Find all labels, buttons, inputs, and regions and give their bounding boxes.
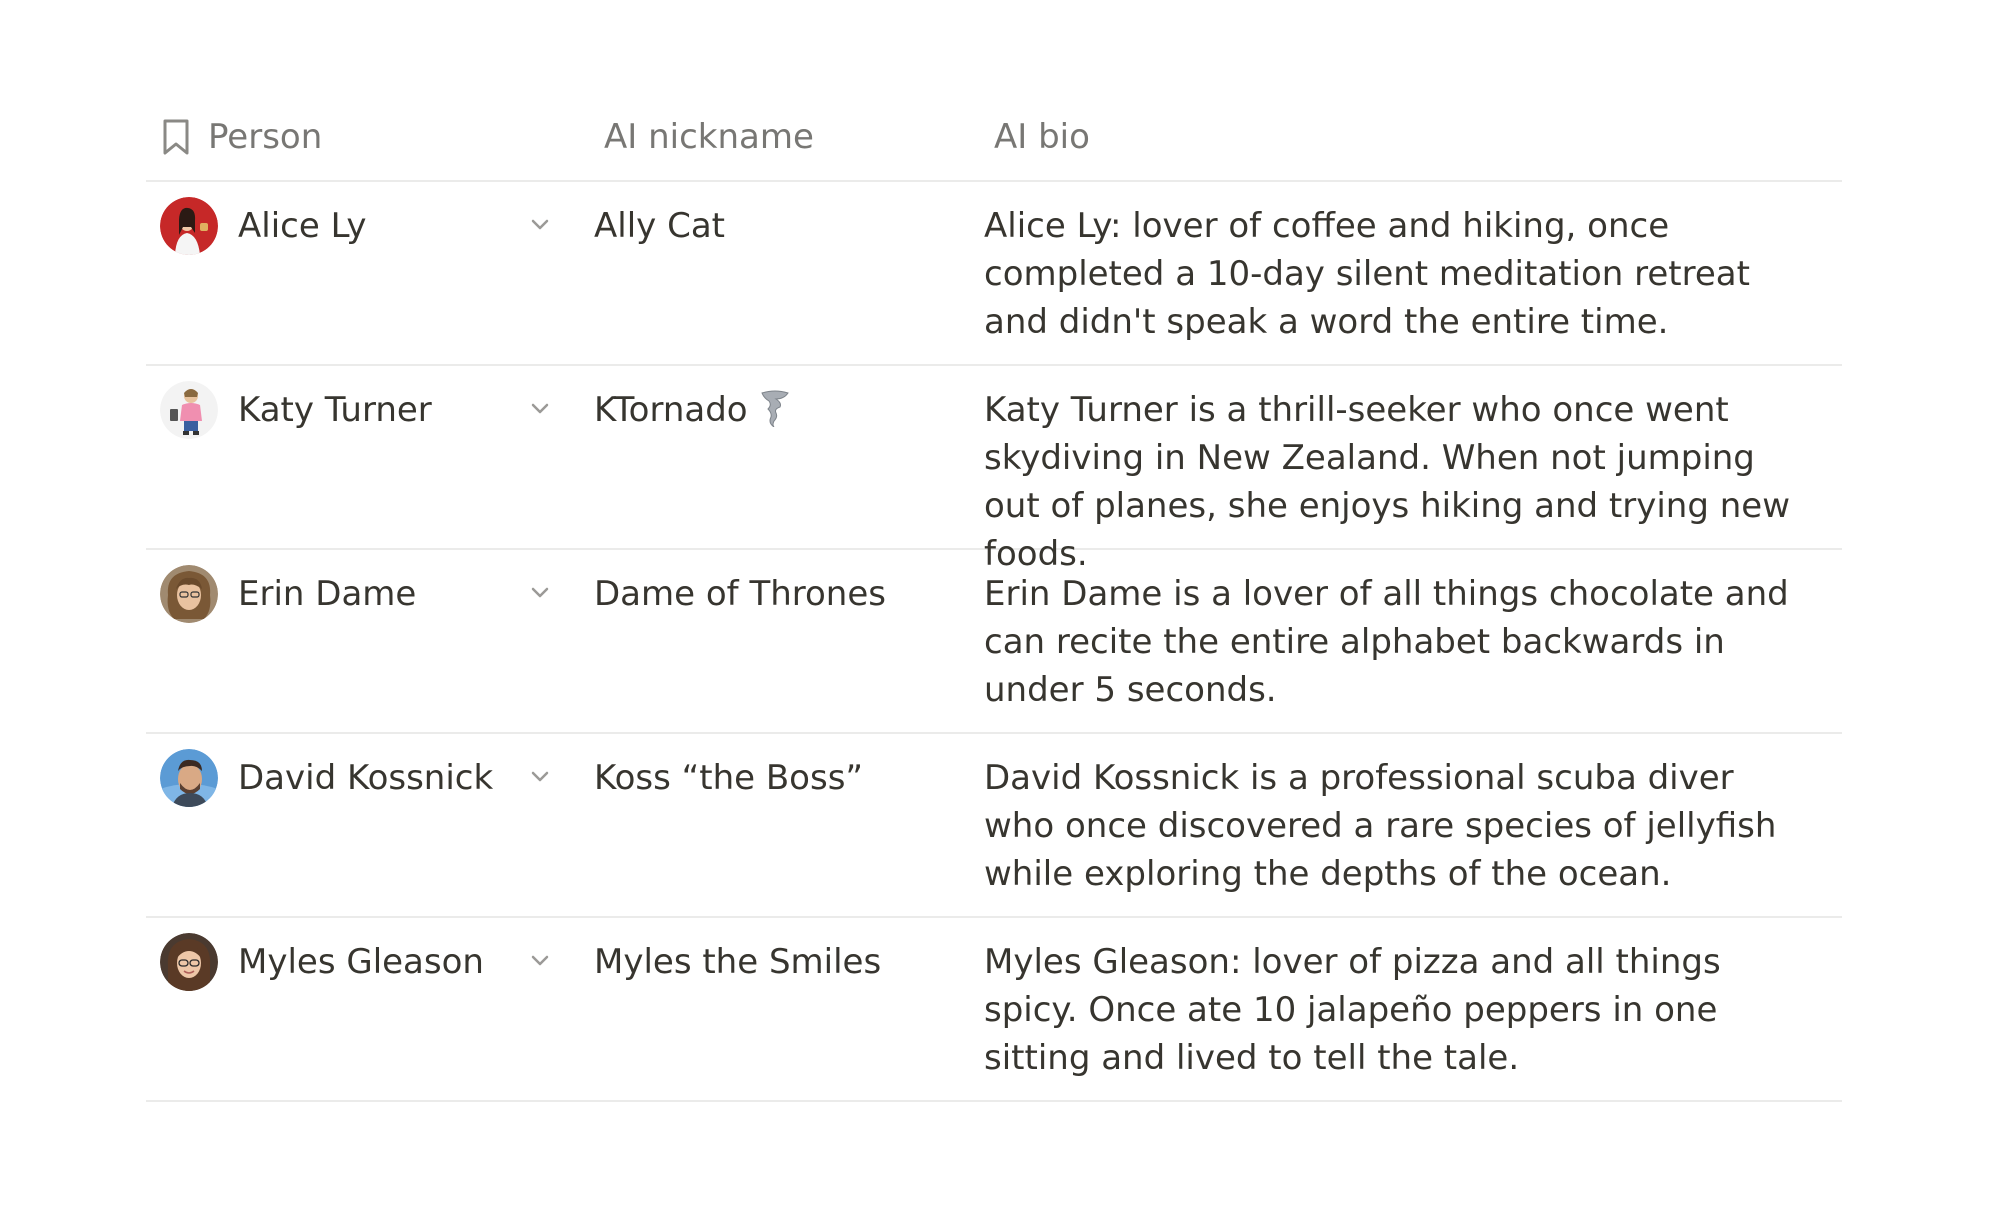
person-name: Katy Turner — [238, 390, 432, 430]
person-cell[interactable]: David Kossnick — [146, 734, 590, 807]
bio-text: Katy Turner is a thrill-seeker who once … — [984, 390, 1791, 574]
avatar — [160, 933, 218, 991]
table-header: Person AI nickname AI bio — [146, 94, 1842, 182]
column-header-bio[interactable]: AI bio — [994, 117, 1842, 157]
avatar — [160, 197, 218, 255]
bio-text: Alice Ly: lover of coffee and hiking, on… — [984, 206, 1750, 342]
person-cell[interactable]: Alice Ly — [146, 182, 590, 255]
table-row[interactable]: David Kossnick Koss “the Boss” David Kos… — [146, 734, 1842, 918]
person-name: Alice Ly — [238, 206, 367, 246]
chevron-down-icon[interactable] — [528, 396, 552, 420]
nickname-text: Dame of Thrones — [594, 574, 886, 614]
bio-cell[interactable]: Myles Gleason: lover of pizza and all th… — [980, 918, 1842, 1082]
bio-text: Erin Dame is a lover of all things choco… — [984, 574, 1789, 710]
nickname-text: Myles the Smiles — [594, 942, 882, 982]
bio-text: Myles Gleason: lover of pizza and all th… — [984, 942, 1721, 1078]
person-name: Myles Gleason — [238, 942, 484, 982]
column-header-nickname[interactable]: AI nickname — [604, 117, 994, 157]
column-header-nickname-label: AI nickname — [604, 117, 814, 157]
nickname-text: Ally Cat — [594, 206, 725, 246]
avatar — [160, 565, 218, 623]
nickname-cell[interactable]: Koss “the Boss” — [590, 734, 980, 802]
nickname-cell[interactable]: Myles the Smiles — [590, 918, 980, 986]
table-row[interactable]: Myles Gleason Myles the Smiles Myles Gle… — [146, 918, 1842, 1102]
bio-cell[interactable]: Erin Dame is a lover of all things choco… — [980, 550, 1842, 714]
person-name: David Kossnick — [238, 758, 494, 798]
nickname-text: KTornado — [594, 390, 748, 430]
column-header-person[interactable]: Person — [146, 117, 604, 157]
person-cell[interactable]: Katy Turner — [146, 366, 590, 439]
column-header-bio-label: AI bio — [994, 117, 1090, 157]
chevron-down-icon[interactable] — [528, 580, 552, 604]
bio-cell[interactable]: Katy Turner is a thrill-seeker who once … — [980, 366, 1842, 578]
table-row[interactable]: Katy Turner KTornado Katy Turner is a th… — [146, 366, 1842, 574]
table-row[interactable]: Erin Dame Dame of Thrones Erin Dame is a… — [146, 550, 1842, 734]
tornado-icon — [760, 390, 789, 427]
nickname-text: Koss “the Boss” — [594, 758, 864, 798]
person-cell[interactable]: Erin Dame — [146, 550, 590, 623]
bookmark-icon — [163, 119, 189, 155]
nickname-cell[interactable]: KTornado — [590, 366, 980, 434]
avatar — [160, 749, 218, 807]
table-row[interactable]: Alice Ly Ally Cat Alice Ly: lover of cof… — [146, 182, 1842, 366]
bio-cell[interactable]: Alice Ly: lover of coffee and hiking, on… — [980, 182, 1842, 346]
person-name: Erin Dame — [238, 574, 417, 614]
column-header-person-label: Person — [208, 117, 323, 157]
chevron-down-icon[interactable] — [528, 212, 552, 236]
nickname-cell[interactable]: Ally Cat — [590, 182, 980, 250]
people-table: Person AI nickname AI bio Alice Ly Ally … — [146, 94, 1842, 1102]
bio-text: David Kossnick is a professional scuba d… — [984, 758, 1777, 894]
nickname-cell[interactable]: Dame of Thrones — [590, 550, 980, 618]
avatar — [160, 381, 218, 439]
bio-cell[interactable]: David Kossnick is a professional scuba d… — [980, 734, 1842, 898]
person-cell[interactable]: Myles Gleason — [146, 918, 590, 991]
chevron-down-icon[interactable] — [528, 948, 552, 972]
chevron-down-icon[interactable] — [528, 764, 552, 788]
